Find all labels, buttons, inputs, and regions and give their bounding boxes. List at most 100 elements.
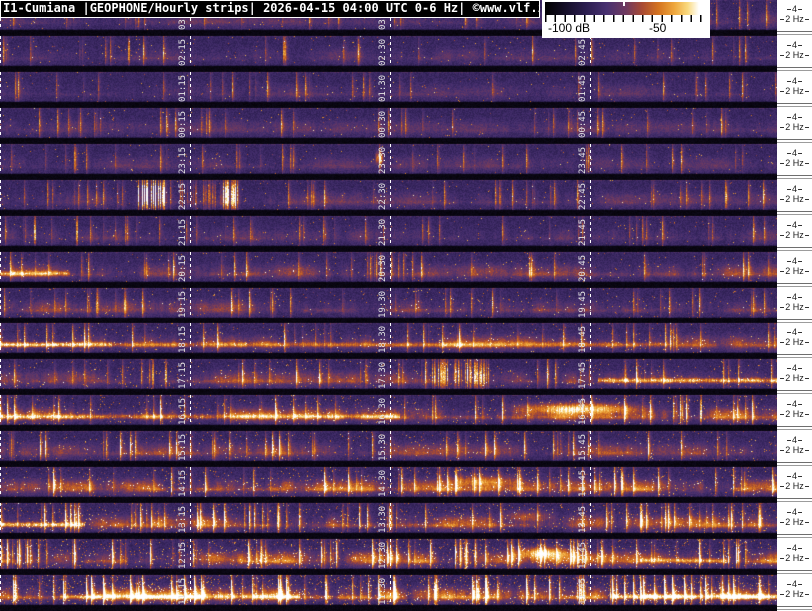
- quarter-hour-gridline: [390, 323, 391, 353]
- strip-separator-line: [777, 354, 812, 355]
- quarter-hour-gridline: [190, 252, 191, 282]
- freq-tick-label-2hz: 2 Hz: [777, 122, 812, 132]
- tick-dash-icon: [786, 9, 791, 10]
- freq-tick-label-4hz: 4: [777, 220, 812, 230]
- freq-tick-label-4hz: 4: [777, 184, 812, 194]
- strip-separator-line: [777, 247, 812, 248]
- strip-separator-line: [777, 498, 812, 499]
- tick-dash-icon: [798, 440, 802, 441]
- time-label: 14:15: [178, 469, 188, 497]
- time-label: 14:30: [378, 469, 388, 497]
- tick-dash-icon: [786, 548, 791, 549]
- time-label: 12:45: [578, 541, 588, 569]
- quarter-hour-gridline: [0, 180, 1, 210]
- time-label: 22:15: [178, 182, 188, 210]
- quarter-hour-gridline: [390, 144, 391, 174]
- quarter-hour-gridline: [0, 108, 1, 138]
- strip-separator-line: [777, 214, 812, 215]
- quarter-hour-gridline: [390, 36, 391, 66]
- freq-tick-label-2hz: 2 Hz: [777, 517, 812, 527]
- freq-tick-text: 4: [791, 327, 797, 337]
- tick-dash-icon: [786, 404, 791, 405]
- colorbar-marker: [623, 0, 625, 6]
- tick-dash-icon: [780, 594, 785, 595]
- quarter-hour-gridline: [590, 180, 591, 210]
- quarter-hour-gridline: [0, 431, 1, 461]
- tick-dash-icon: [798, 548, 802, 549]
- quarter-hour-gridline: [0, 144, 1, 174]
- strip-separator-line: [777, 106, 812, 107]
- quarter-hour-gridline: [190, 431, 191, 461]
- time-label: 02:30: [378, 38, 388, 66]
- freq-tick-text: 4: [791, 148, 797, 158]
- strip-separator-line: [777, 609, 812, 610]
- tick-dash-icon: [804, 486, 809, 487]
- quarter-hour-gridline: [390, 288, 391, 318]
- freq-tick-text: 4: [791, 40, 797, 50]
- tick-dash-icon: [804, 235, 809, 236]
- tick-dash-icon: [780, 450, 785, 451]
- freq-tick-text: 4: [791, 363, 797, 373]
- strip-separator-line: [777, 357, 812, 358]
- tick-dash-icon: [780, 414, 785, 415]
- tick-dash-icon: [786, 476, 791, 477]
- time-label: 13:30: [378, 505, 388, 533]
- time-label: 21:45: [578, 218, 588, 246]
- time-label: 16:30: [378, 397, 388, 425]
- time-label: 20:45: [578, 254, 588, 282]
- freq-tick-label-2hz: 2 Hz: [777, 589, 812, 599]
- quarter-hour-gridline: [390, 180, 391, 210]
- tick-dash-icon: [786, 225, 791, 226]
- quarter-hour-gridline: [0, 539, 1, 569]
- time-label: 20:30: [378, 254, 388, 282]
- quarter-hour-gridline: [190, 144, 191, 174]
- tick-dash-icon: [804, 19, 809, 20]
- tick-dash-icon: [798, 332, 802, 333]
- tick-dash-icon: [780, 19, 785, 20]
- time-label: 15:15: [178, 433, 188, 461]
- quarter-hour-gridline: [0, 503, 1, 533]
- time-label: 16:15: [178, 397, 188, 425]
- time-label: 13:15: [178, 505, 188, 533]
- tick-dash-icon: [780, 342, 785, 343]
- tick-dash-icon: [798, 368, 802, 369]
- quarter-hour-gridline: [590, 144, 591, 174]
- tick-dash-icon: [804, 127, 809, 128]
- tick-dash-icon: [804, 163, 809, 164]
- freq-tick-label-4hz: 4: [777, 543, 812, 553]
- strip-separator-line: [777, 465, 812, 466]
- quarter-hour-gridline: [390, 431, 391, 461]
- quarter-hour-gridline: [0, 359, 1, 389]
- title-bar: I1-Cumiana |GEOPHONE/Hourly strips| 2026…: [0, 0, 540, 18]
- time-label: 19:15: [178, 290, 188, 318]
- tick-dash-icon: [786, 297, 791, 298]
- quarter-hour-gridline: [0, 323, 1, 353]
- time-label: 21:30: [378, 218, 388, 246]
- tick-dash-icon: [786, 45, 791, 46]
- freq-tick-text: 4: [791, 76, 797, 86]
- time-label: 11:45: [578, 577, 588, 605]
- quarter-hour-gridline: [190, 575, 191, 605]
- quarter-hour-gridline: [590, 108, 591, 138]
- freq-tick-text: 4: [791, 184, 797, 194]
- tick-dash-icon: [780, 486, 785, 487]
- quarter-hour-gridline: [190, 72, 191, 102]
- freq-tick-text: 4: [791, 543, 797, 553]
- time-label: 17:30: [378, 361, 388, 389]
- quarter-hour-gridline: [390, 108, 391, 138]
- quarter-hour-gridline: [0, 36, 1, 66]
- time-label: 11:15: [178, 577, 188, 605]
- quarter-hour-gridline: [590, 36, 591, 66]
- tick-dash-icon: [786, 332, 791, 333]
- time-label: 18:15: [178, 325, 188, 353]
- strip-separator-line: [777, 426, 812, 427]
- freq-tick-text: 2 Hz: [785, 14, 804, 24]
- freq-tick-text: 2 Hz: [785, 445, 804, 455]
- freq-tick-label-4hz: 4: [777, 256, 812, 266]
- freq-tick-text: 2 Hz: [785, 481, 804, 491]
- time-label: 00:45: [578, 110, 588, 138]
- time-label: 18:45: [578, 325, 588, 353]
- quarter-hour-gridline: [390, 252, 391, 282]
- freq-tick-label-2hz: 2 Hz: [777, 50, 812, 60]
- time-label: 12:15: [178, 541, 188, 569]
